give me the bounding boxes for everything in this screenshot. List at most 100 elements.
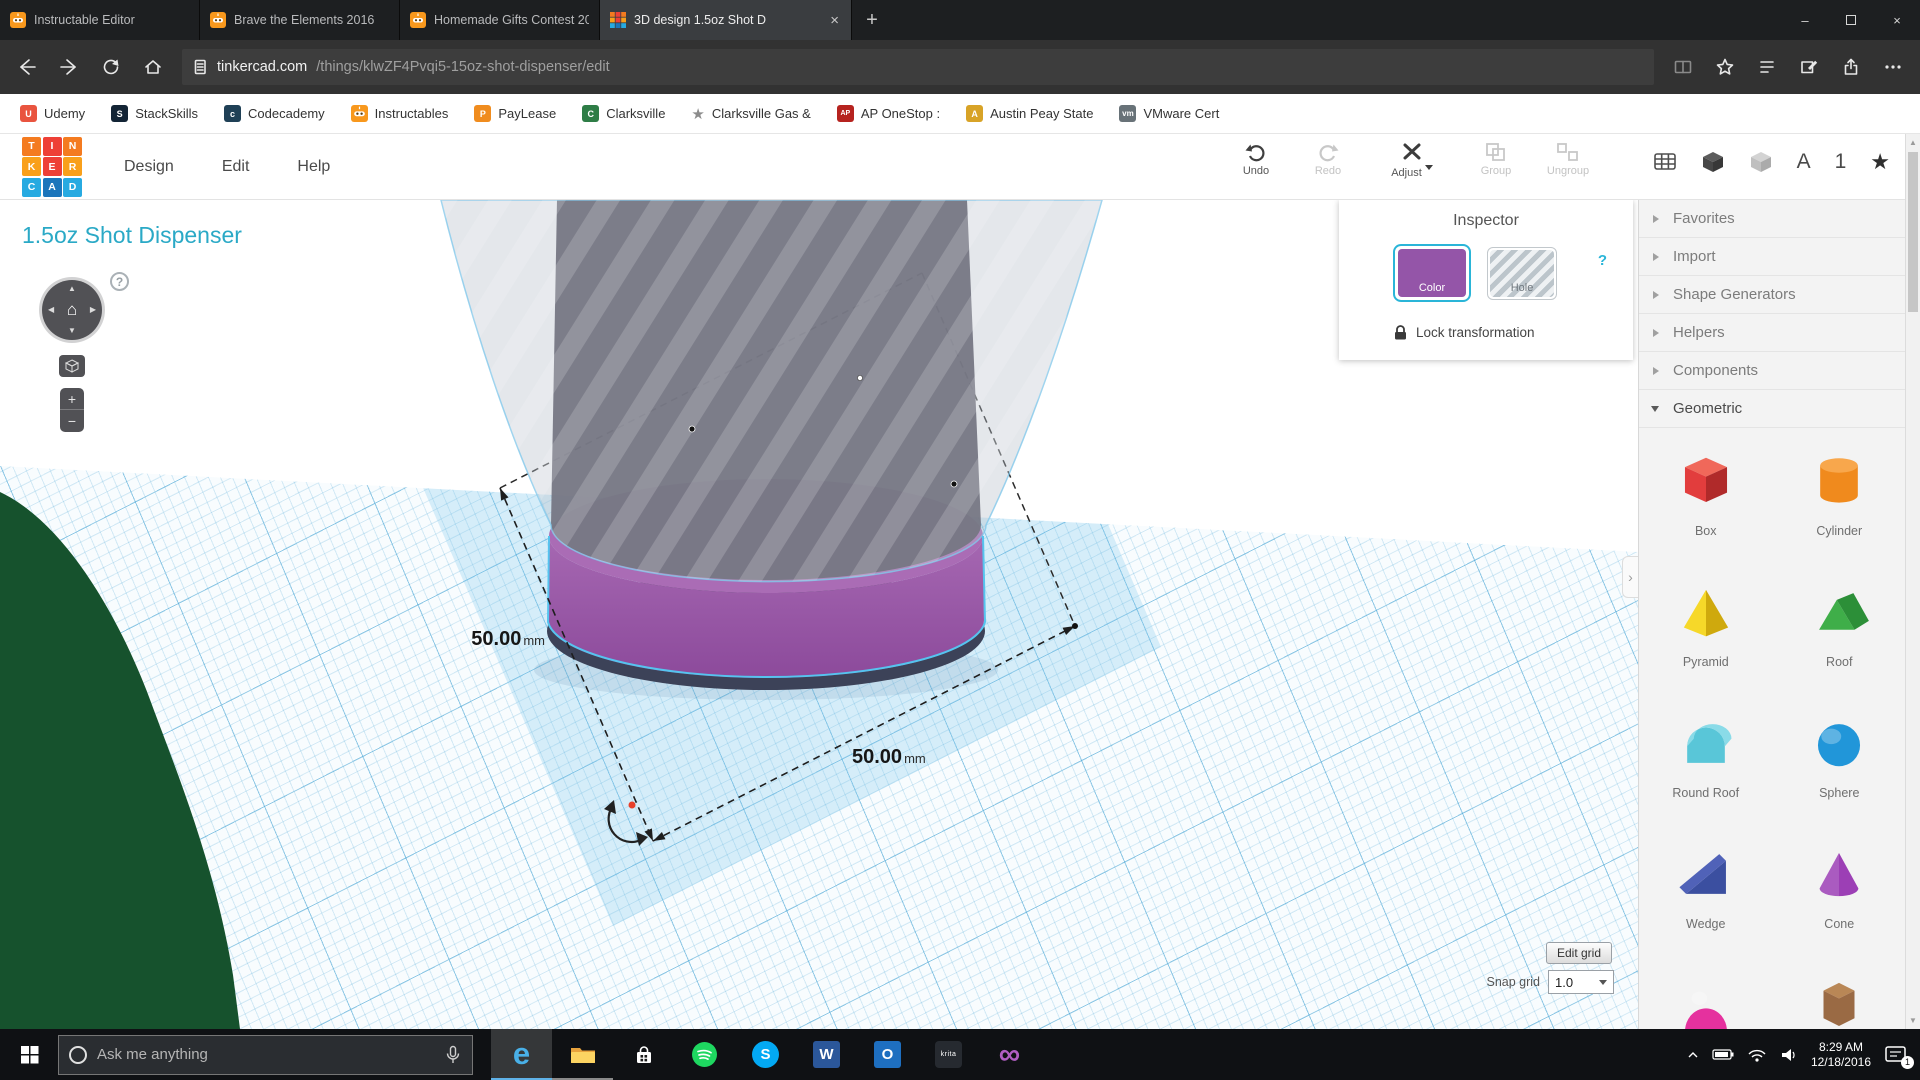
reading-view-button[interactable] (1662, 47, 1704, 87)
sidebar-category-geometric[interactable]: Geometric (1639, 390, 1920, 428)
tab-close-icon[interactable]: × (828, 12, 841, 29)
tab-homemade-gifts[interactable]: Homemade Gifts Contest 20 (400, 0, 600, 40)
web-note-button[interactable] (1788, 47, 1830, 87)
shape-roof[interactable]: Roof (1773, 567, 1907, 698)
color-swatch[interactable]: Color (1393, 244, 1471, 302)
logo-tile: I (43, 137, 62, 156)
tab-3d-design-active[interactable]: 3D design 1.5oz Shot D × (600, 0, 852, 40)
redo-button[interactable]: Redo (1297, 141, 1359, 179)
window-minimize-button[interactable]: – (1782, 0, 1828, 40)
taskbar-clock[interactable]: 8:29 AM 12/18/2016 (1811, 1040, 1871, 1070)
menu-help[interactable]: Help (297, 158, 330, 176)
group-button[interactable]: Group (1465, 141, 1527, 179)
sidebar-category-shape-generators[interactable]: Shape Generators (1639, 276, 1920, 314)
window-close-button[interactable]: × (1874, 0, 1920, 40)
search-input[interactable] (97, 1046, 434, 1063)
favorite-codecademy[interactable]: cCodecademy (224, 105, 325, 122)
lock-transformation-toggle[interactable]: Lock transformation (1393, 324, 1535, 341)
snap-grid-select[interactable]: 1.0 (1548, 970, 1614, 994)
refresh-button[interactable] (90, 47, 132, 87)
scroll-up-icon[interactable]: ▲ (1906, 138, 1920, 147)
hole-swatch[interactable]: Hole (1487, 247, 1557, 300)
sidebar-collapse-handle[interactable]: › (1622, 556, 1638, 598)
sidebar-category-components[interactable]: Components (1639, 352, 1920, 390)
menu-design[interactable]: Design (124, 158, 174, 176)
zoom-in-button[interactable]: + (60, 388, 84, 410)
taskbar-visual-studio[interactable]: ∞ (979, 1029, 1040, 1080)
tab-instructable-editor[interactable]: Instructable Editor (0, 0, 200, 40)
taskbar-skype[interactable]: S (735, 1029, 796, 1080)
home-button[interactable] (132, 47, 174, 87)
shape-box[interactable]: Box (1639, 436, 1773, 567)
shape-round-roof[interactable]: Round Roof (1639, 698, 1773, 829)
microphone-icon[interactable] (444, 1045, 462, 1065)
tab-brave-the-elements[interactable]: Brave the Elements 2016 (200, 0, 400, 40)
taskbar-word[interactable]: W (796, 1029, 857, 1080)
letter-a-icon[interactable]: A (1797, 150, 1811, 174)
window-maximize-button[interactable] (1828, 0, 1874, 40)
ungroup-button[interactable]: Ungroup (1537, 141, 1599, 179)
hub-button[interactable] (1746, 47, 1788, 87)
tinkercad-logo[interactable]: T I N K E R C A D (22, 137, 82, 197)
shape-cylinder[interactable]: Cylinder (1773, 436, 1907, 567)
taskbar-spotify[interactable] (674, 1029, 735, 1080)
design-canvas[interactable]: 1.5oz Shot Dispenser ? ▲ ▼ ◀ ▶ ⌂ + − 50.… (0, 200, 1638, 1029)
taskbar-krita[interactable]: krita (918, 1029, 979, 1080)
sidebar-category-helpers[interactable]: Helpers (1639, 314, 1920, 352)
taskbar-outlook[interactable]: O (857, 1029, 918, 1080)
star-icon[interactable]: ★ (1870, 149, 1890, 175)
favorite-paylease[interactable]: PPayLease (474, 105, 556, 122)
shape-hex-prism[interactable] (1773, 960, 1907, 1029)
transparent-view-cube-icon[interactable] (1749, 150, 1773, 174)
shape-sphere[interactable]: Sphere (1773, 698, 1907, 829)
taskbar-file-explorer[interactable] (552, 1029, 613, 1080)
scrollbar-thumb[interactable] (1908, 152, 1918, 312)
favorite-austin-peay[interactable]: AAustin Peay State (966, 105, 1093, 122)
help-button[interactable]: ? (110, 272, 129, 291)
show-grid-icon[interactable] (1653, 151, 1677, 173)
undo-button[interactable]: Undo (1225, 141, 1287, 179)
fit-view-button[interactable] (59, 355, 85, 377)
more-actions-button[interactable] (1872, 47, 1914, 87)
battery-icon[interactable] (1712, 1047, 1734, 1062)
adjust-button[interactable]: Adjust (1369, 141, 1455, 179)
favorite-clarksville-gas[interactable]: ★Clarksville Gas & (691, 105, 810, 122)
view-navigation-pad[interactable]: ▲ ▼ ◀ ▶ ⌂ (42, 280, 102, 340)
add-favorite-button[interactable] (1704, 47, 1746, 87)
number-1-icon[interactable]: 1 (1835, 150, 1847, 174)
start-button[interactable] (0, 1029, 58, 1080)
edit-grid-button[interactable]: Edit grid (1546, 942, 1612, 964)
action-center-button[interactable]: 1 (1884, 1045, 1908, 1065)
taskbar-edge[interactable]: e (491, 1029, 552, 1080)
green-object[interactable] (0, 492, 240, 1029)
wifi-icon[interactable] (1747, 1048, 1767, 1062)
scroll-down-icon[interactable]: ▼ (1906, 1016, 1920, 1025)
shape-wedge[interactable]: Wedge (1639, 829, 1773, 960)
favorite-clarksville[interactable]: CClarksville (582, 105, 665, 122)
forward-button[interactable] (48, 47, 90, 87)
favorite-stackskills[interactable]: SStackSkills (111, 105, 198, 122)
menu-edit[interactable]: Edit (222, 158, 250, 176)
solid-view-cube-icon[interactable] (1701, 150, 1725, 174)
new-tab-button[interactable]: + (852, 0, 892, 40)
page-scrollbar[interactable]: ▲ ▼ (1905, 134, 1920, 1029)
url-field[interactable]: tinkercad.com/things/klwZF4Pvqi5-15oz-sh… (182, 49, 1654, 85)
favorite-vmware-cert[interactable]: vmVMware Cert (1119, 105, 1219, 122)
share-button[interactable] (1830, 47, 1872, 87)
sidebar-category-favorites[interactable]: Favorites (1639, 200, 1920, 238)
favorite-ap-onestop[interactable]: APAP OneStop : (837, 105, 940, 122)
shape-paraboloid[interactable] (1639, 960, 1773, 1029)
home-view-icon[interactable]: ⌂ (42, 280, 102, 340)
inspector-help-button[interactable]: ? (1598, 252, 1607, 269)
favorite-udemy[interactable]: UUdemy (20, 105, 85, 122)
sidebar-category-import[interactable]: Import (1639, 238, 1920, 276)
shape-pyramid[interactable]: Pyramid (1639, 567, 1773, 698)
volume-icon[interactable] (1780, 1047, 1798, 1063)
zoom-out-button[interactable]: − (60, 410, 84, 432)
taskbar-store[interactable] (613, 1029, 674, 1080)
cortana-search-box[interactable] (58, 1035, 473, 1075)
favorite-instructables[interactable]: Instructables (351, 105, 449, 122)
shape-cone[interactable]: Cone (1773, 829, 1907, 960)
tray-expand-icon[interactable] (1687, 1050, 1699, 1060)
back-button[interactable] (6, 47, 48, 87)
